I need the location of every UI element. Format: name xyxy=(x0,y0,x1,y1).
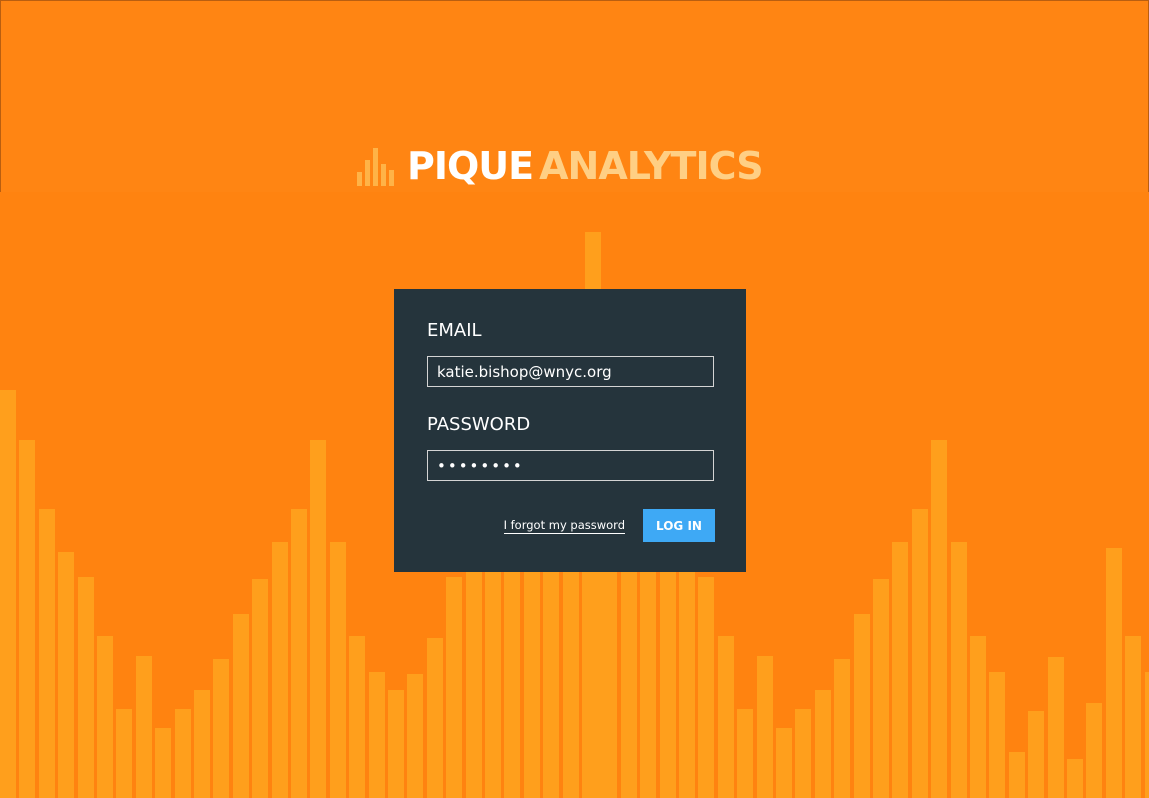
background-bar xyxy=(931,440,947,798)
background-bar xyxy=(873,579,889,798)
background-bar xyxy=(912,509,928,798)
background-bar xyxy=(252,579,268,798)
background-bar xyxy=(1028,711,1044,798)
email-label: EMAIL xyxy=(427,320,482,341)
background-bar xyxy=(621,572,637,798)
background-bar xyxy=(757,656,773,798)
background-bar xyxy=(970,636,986,798)
background-bar xyxy=(601,572,617,798)
background-bar xyxy=(698,577,714,798)
background-bar xyxy=(349,636,365,798)
background-bar xyxy=(427,638,443,798)
bar-chart-icon xyxy=(357,148,394,186)
background-bar xyxy=(39,509,55,798)
background-bar xyxy=(1125,636,1141,798)
background-bar xyxy=(854,614,870,798)
password-field[interactable] xyxy=(427,450,714,481)
background-bar xyxy=(524,572,540,798)
background-bar xyxy=(19,440,35,798)
background-bar xyxy=(660,572,676,798)
background-bar xyxy=(1145,672,1149,798)
background-bar xyxy=(951,542,967,798)
background-bar xyxy=(776,728,792,798)
background-bar xyxy=(155,728,171,798)
background-bar xyxy=(1106,548,1122,798)
background-bar xyxy=(1048,657,1064,798)
password-label: PASSWORD xyxy=(427,414,531,435)
background-bar xyxy=(213,659,229,798)
background-bar xyxy=(989,672,1005,798)
background-bar xyxy=(0,390,16,798)
background-bar xyxy=(388,690,404,798)
brand-name-pique: PIQUE xyxy=(407,144,534,188)
brand-name-analytics: ANALYTICS xyxy=(539,144,763,188)
background-bar xyxy=(815,690,831,798)
background-bar xyxy=(233,614,249,798)
background-bar xyxy=(543,572,559,798)
background-bar xyxy=(175,709,191,798)
background-bar xyxy=(330,542,346,798)
background-bar xyxy=(194,690,210,798)
background-bar xyxy=(369,672,385,798)
background-bar xyxy=(892,542,908,798)
background-bar xyxy=(1067,759,1083,798)
background-bar xyxy=(640,572,656,798)
background-bar xyxy=(291,509,307,798)
login-button[interactable]: LOG IN xyxy=(643,509,715,542)
login-actions: I forgot my password LOG IN xyxy=(503,509,715,542)
background-bar xyxy=(563,572,579,798)
background-bar xyxy=(1009,752,1025,798)
background-bar xyxy=(485,572,501,798)
background-bar xyxy=(737,709,753,798)
background-bar xyxy=(116,709,132,798)
email-field[interactable] xyxy=(427,356,714,387)
background-bar xyxy=(795,709,811,798)
forgot-password-link[interactable]: I forgot my password xyxy=(503,518,625,534)
background-bar xyxy=(466,572,482,798)
background-bar xyxy=(310,440,326,798)
background-bar xyxy=(407,674,423,798)
background-bar xyxy=(446,577,462,798)
background-bar xyxy=(136,656,152,798)
background-bar xyxy=(97,636,113,798)
background-bar xyxy=(834,659,850,798)
background-bar xyxy=(58,552,74,798)
background-bar xyxy=(1086,703,1102,798)
brand-logo: PIQUE ANALYTICS xyxy=(357,142,764,190)
background-bar xyxy=(718,636,734,798)
background-bar xyxy=(679,572,695,798)
background-bar xyxy=(78,577,94,798)
login-card: EMAIL PASSWORD I forgot my password LOG … xyxy=(394,289,746,572)
background-bar xyxy=(504,572,520,798)
background-bar xyxy=(272,542,288,798)
